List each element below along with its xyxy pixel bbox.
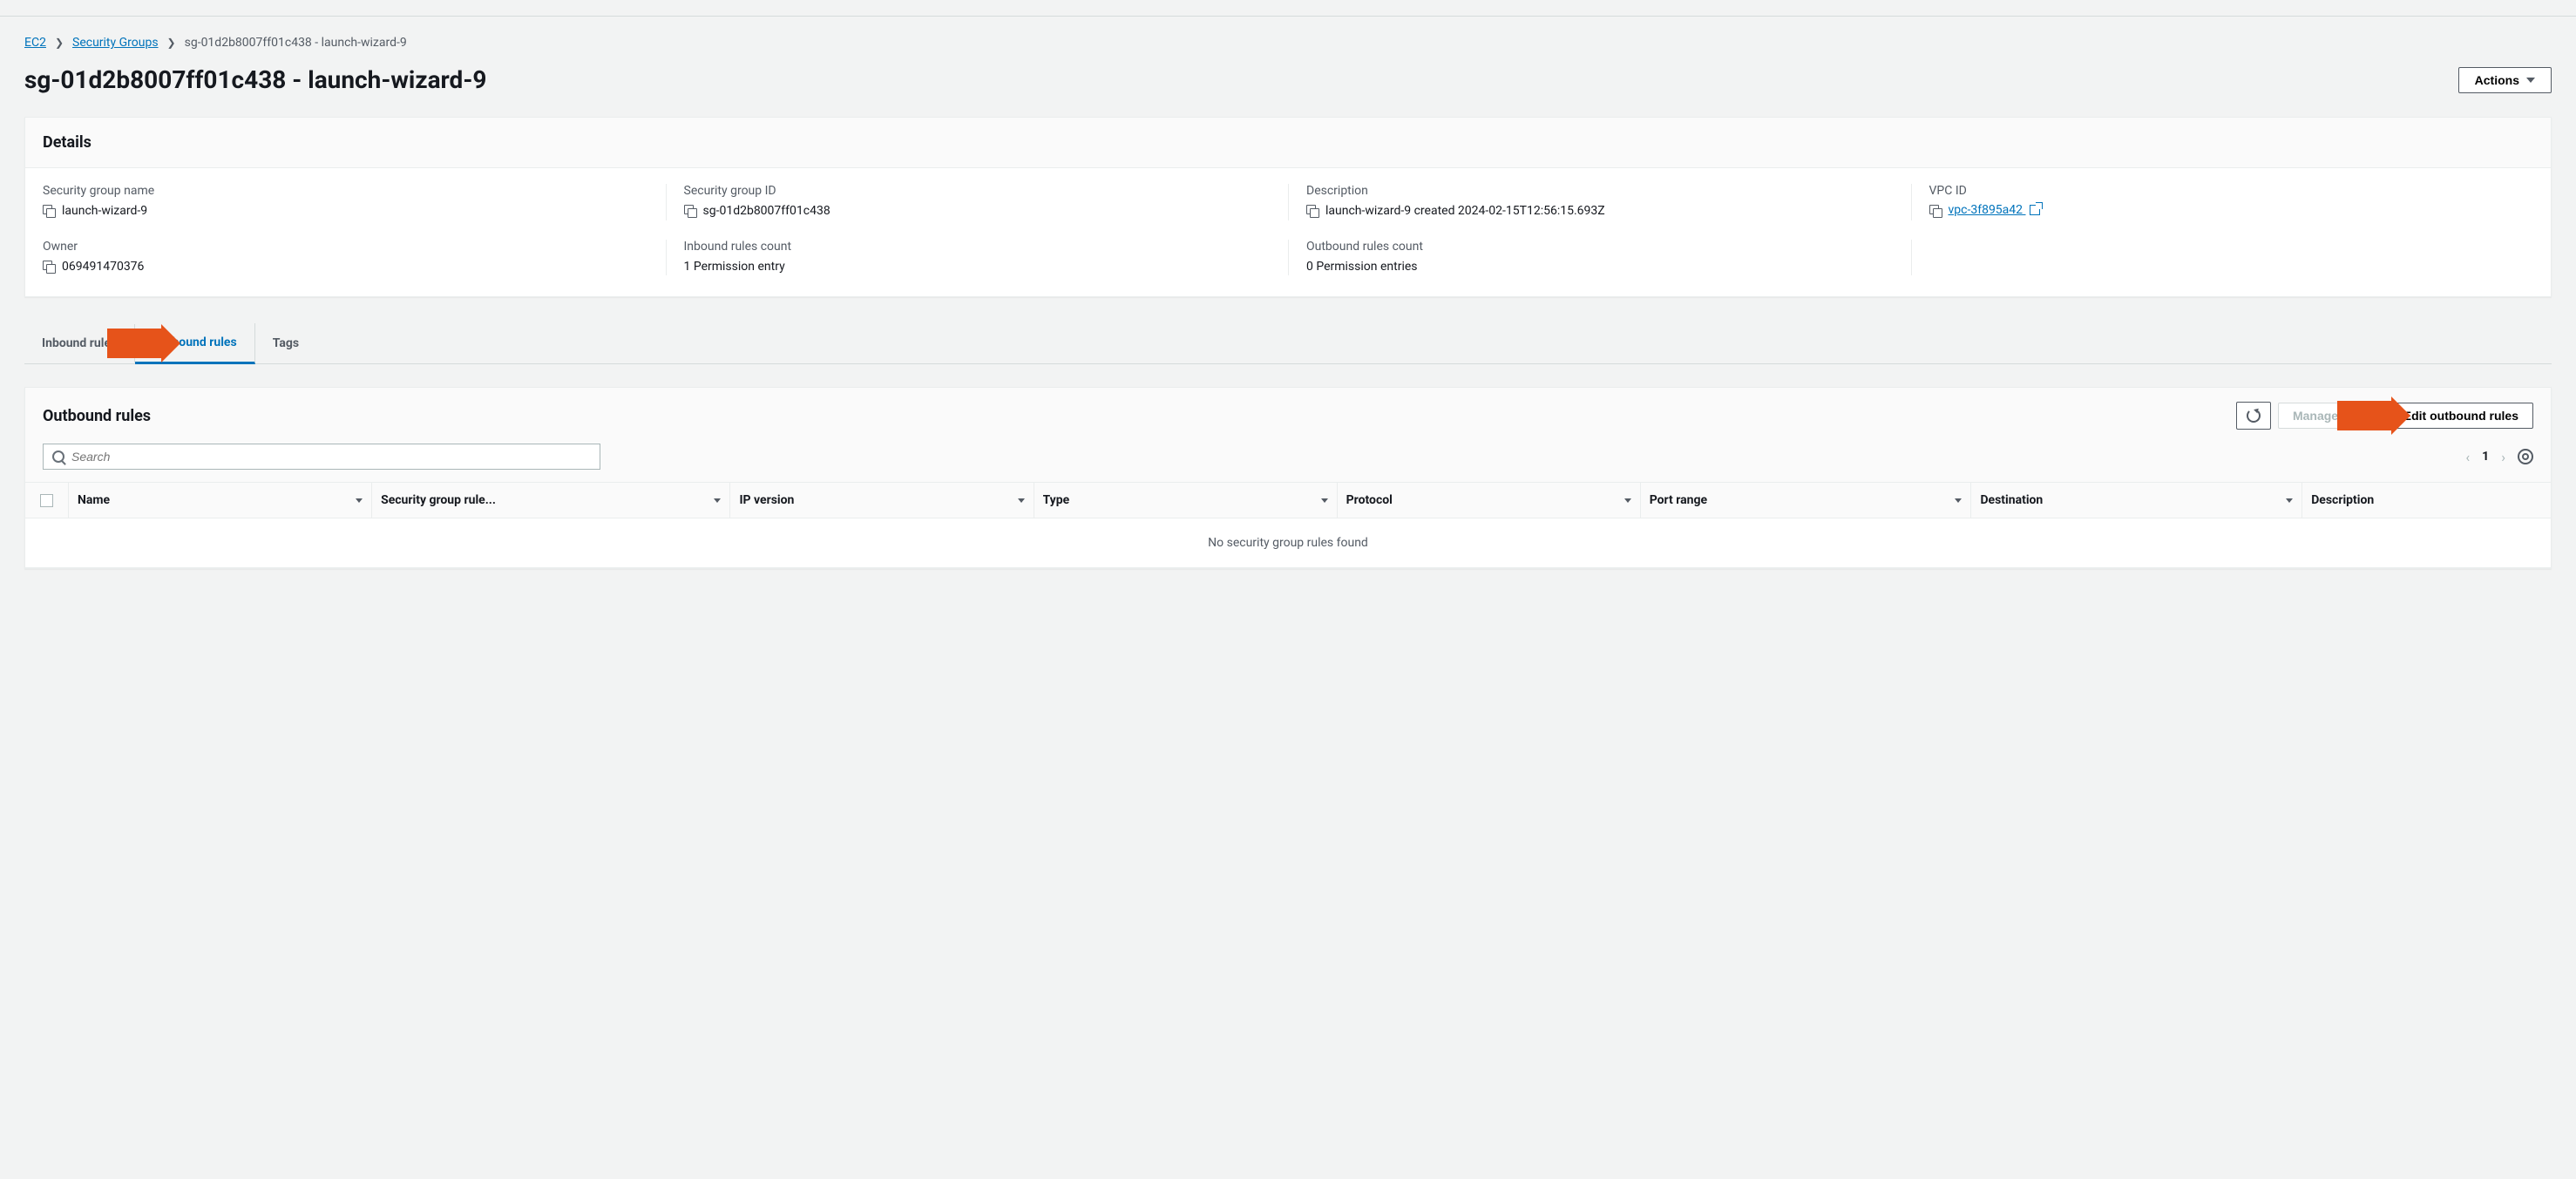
sort-icon: [1624, 498, 1631, 503]
rules-heading: Outbound rules: [43, 407, 151, 425]
vpc-value: vpc-3f895a42: [1949, 203, 2024, 217]
edit-outbound-rules-button[interactable]: Edit outbound rules: [2389, 403, 2533, 429]
detail-label: VPC ID: [1929, 184, 2517, 198]
details-heading: Details: [43, 133, 2533, 152]
select-all-checkbox[interactable]: [25, 483, 69, 518]
rules-table: Name Security group rule... IP version T…: [25, 482, 2551, 568]
search-input[interactable]: [71, 450, 591, 464]
detail-label: Security group name: [43, 184, 648, 198]
next-page-button[interactable]: ›: [2501, 449, 2505, 465]
inbound-count-value: 1 Permission entry: [684, 259, 785, 276]
copy-icon[interactable]: [1929, 205, 1942, 217]
search-box[interactable]: [43, 444, 600, 470]
breadcrumb-root[interactable]: EC2: [24, 36, 46, 50]
detail-label: Security group ID: [684, 184, 1271, 198]
copy-icon[interactable]: [684, 205, 696, 217]
detail-label: Inbound rules count: [684, 240, 1271, 254]
chevron-right-icon: ❯: [55, 37, 64, 49]
sort-icon: [1321, 498, 1328, 503]
empty-state: No security group rules found: [25, 518, 2551, 568]
column-protocol[interactable]: Protocol: [1338, 483, 1641, 518]
sg-id-value: sg-01d2b8007ff01c438: [703, 203, 830, 220]
gear-icon[interactable]: [2518, 449, 2533, 464]
actions-label: Actions: [2475, 73, 2519, 87]
page-title: sg-01d2b8007ff01c438 - launch-wizard-9: [24, 65, 486, 94]
refresh-icon: [2247, 409, 2261, 423]
sort-icon: [714, 498, 721, 503]
column-type[interactable]: Type: [1034, 483, 1338, 518]
breadcrumb-section[interactable]: Security Groups: [72, 36, 159, 50]
detail-label: Owner: [43, 240, 648, 254]
copy-icon[interactable]: [43, 205, 55, 217]
column-description[interactable]: Description: [2302, 483, 2551, 518]
refresh-button[interactable]: [2236, 402, 2271, 430]
owner-value: 069491470376: [62, 259, 144, 276]
details-panel: Details Security group name launch-wizar…: [24, 117, 2552, 297]
prev-page-button[interactable]: ‹: [2465, 449, 2470, 465]
copy-icon[interactable]: [43, 261, 55, 273]
copy-icon[interactable]: [1306, 205, 1319, 217]
column-destination[interactable]: Destination: [1971, 483, 2302, 518]
tab-outbound[interactable]: Outbound rules: [135, 323, 254, 364]
sort-icon: [2286, 498, 2293, 503]
vpc-link[interactable]: vpc-3f895a42: [1949, 203, 2040, 217]
detail-label: Outbound rules count: [1306, 240, 1894, 254]
description-value: launch-wizard-9 created 2024-02-15T12:56…: [1325, 203, 1605, 220]
actions-button[interactable]: Actions: [2458, 67, 2552, 93]
search-icon: [52, 451, 64, 463]
outbound-count-value: 0 Permission entries: [1306, 259, 1418, 276]
column-ip-version[interactable]: IP version: [730, 483, 1034, 518]
tab-tags[interactable]: Tags: [255, 324, 316, 363]
tab-inbound[interactable]: Inbound rules: [24, 324, 135, 363]
sort-icon: [1955, 498, 1962, 503]
breadcrumb-current: sg-01d2b8007ff01c438 - launch-wizard-9: [185, 36, 407, 50]
page-number: 1: [2482, 450, 2489, 464]
breadcrumb: EC2 ❯ Security Groups ❯ sg-01d2b8007ff01…: [24, 17, 2552, 57]
sg-name-value: launch-wizard-9: [62, 203, 147, 220]
column-port-range[interactable]: Port range: [1641, 483, 1972, 518]
external-link-icon: [2030, 205, 2040, 215]
column-sg-rule[interactable]: Security group rule...: [372, 483, 730, 518]
pagination: ‹ 1 ›: [2465, 449, 2533, 465]
column-name[interactable]: Name: [69, 483, 372, 518]
detail-label: Description: [1306, 184, 1894, 198]
chevron-right-icon: ❯: [167, 37, 176, 49]
sort-icon: [1018, 498, 1025, 503]
outbound-rules-panel: Outbound rules Manage tags Edit outbound…: [24, 387, 2552, 569]
caret-down-icon: [2526, 78, 2535, 83]
manage-tags-button: Manage tags: [2278, 403, 2382, 429]
sort-icon: [356, 498, 363, 503]
tabs: Inbound rules Outbound rules Tags: [24, 323, 2552, 364]
